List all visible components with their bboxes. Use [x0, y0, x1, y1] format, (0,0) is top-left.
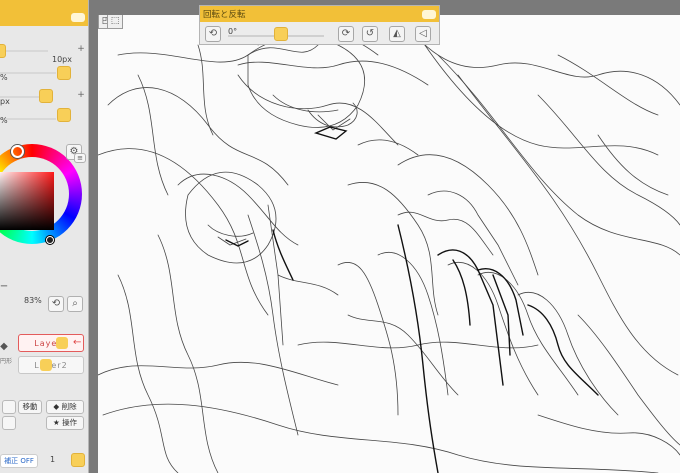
color-picker[interactable] — [46, 236, 54, 244]
layer1-opacity-knob[interactable] — [56, 337, 68, 349]
layer2-opacity-knob[interactable] — [40, 359, 52, 371]
drawing-canvas[interactable]: ◰ ⬚ — [98, 15, 680, 473]
brush-opacity-slider[interactable] — [0, 72, 56, 74]
brush-size-value: 10px — [52, 55, 72, 64]
rotate-ccw-icon[interactable]: ⟲ — [205, 26, 221, 42]
rotate-flip-window: 回転と反転 ⟲ 0° ⟳ ↺ ◭ ◁ — [199, 5, 440, 45]
layer-operate-button[interactable]: ★ 操作 — [46, 416, 84, 430]
brush-size-slider[interactable] — [0, 50, 48, 52]
brush-opacity-value: % — [0, 73, 8, 82]
layer-misc2-button[interactable] — [2, 416, 16, 430]
rotate-window-collapse-button[interactable] — [422, 10, 436, 19]
zoom-label: ー — [0, 282, 8, 291]
delete-icon: ◆ — [53, 402, 60, 411]
flip-horizontal-icon[interactable]: ◭ — [389, 26, 405, 42]
brush2-opacity-slider[interactable] — [0, 118, 56, 120]
brush2-opacity-knob[interactable] — [57, 108, 71, 122]
brush-size-knob[interactable] — [0, 44, 6, 58]
canvas-frame-tool-icon[interactable]: ⬚ — [107, 15, 123, 29]
rotate-reset-icon[interactable]: ⟲ — [48, 296, 64, 312]
stabilizer-knob[interactable] — [71, 453, 85, 467]
zoom-search-icon[interactable]: ⌕ — [67, 296, 83, 312]
layer-misc-button[interactable] — [2, 400, 16, 414]
rotate-reset-icon[interactable]: ↺ — [362, 26, 378, 42]
color-mode-toggle[interactable]: ⚙ ≡ — [66, 144, 86, 164]
rotate-cw-icon[interactable]: ⟳ — [338, 26, 354, 42]
rotate-window-title: 回転と反転 — [203, 10, 246, 20]
brush-opacity-knob[interactable] — [57, 66, 71, 80]
layer-side-label: 円形 — [0, 358, 13, 365]
panel-collapse-button[interactable] — [71, 13, 85, 22]
layer-move-button[interactable]: 移動 — [18, 400, 42, 414]
brush2-opacity-value: % — [0, 116, 8, 125]
hue-picker[interactable] — [11, 145, 24, 158]
brush-size-plus-button[interactable]: + — [76, 44, 86, 54]
layer-arrow-icon[interactable]: ← — [73, 337, 81, 348]
sketch-artwork — [98, 15, 680, 473]
delete-label: 削除 — [61, 402, 77, 411]
eraser-icon[interactable]: ◆ — [0, 340, 12, 356]
panel-subheader — [0, 22, 88, 30]
brush2-size-plus-button[interactable]: + — [76, 90, 86, 100]
saturation-value-square[interactable] — [0, 172, 54, 230]
stabilizer-value: 1 — [50, 455, 56, 464]
layer-delete-button[interactable]: ◆ 削除 — [46, 400, 84, 414]
left-tool-panel: + 10px % + px % ⚙ ≡ ー 83% ⟲ ⌕ ◆ 円形 Layer… — [0, 0, 89, 473]
zoom-value: 83% — [24, 296, 42, 305]
brush2-size-value: px — [0, 97, 10, 106]
stabilizer-toggle[interactable]: 補正 OFF — [0, 454, 38, 468]
brush2-size-knob[interactable] — [39, 89, 53, 103]
operate-label: 操作 — [62, 418, 78, 427]
move-label: 移動 — [22, 402, 38, 411]
flip-vertical-icon[interactable]: ◁ — [415, 26, 431, 42]
rotate-window-header[interactable]: 回転と反転 — [200, 6, 439, 22]
star-icon: ★ — [52, 418, 60, 427]
color-list-icon[interactable]: ≡ — [74, 153, 86, 163]
stabilizer-label: 補正 OFF — [4, 457, 34, 465]
rotation-slider-knob[interactable] — [274, 27, 288, 41]
